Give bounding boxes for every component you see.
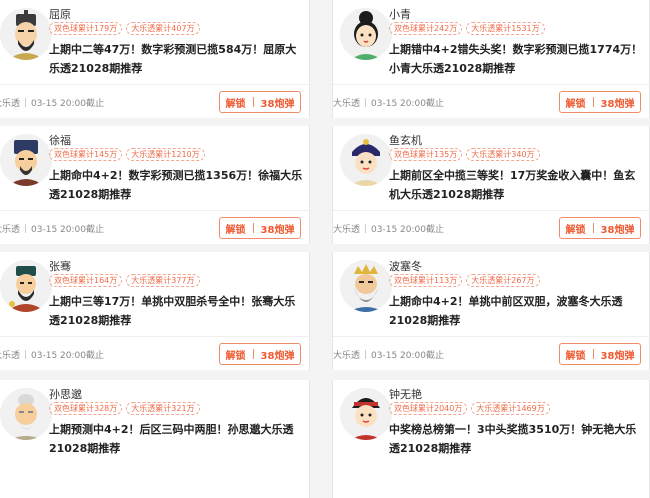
card-meta: 大乐透 03-15 20:00截止 [0, 96, 104, 109]
dlt-total-badge: 大乐透累计1210万 [126, 148, 205, 161]
lottery-type: 大乐透 [0, 351, 21, 361]
deadline: 03-15 20:00截止 [31, 225, 104, 235]
price-label: 38炮弹 [600, 98, 635, 110]
ssq-total-badge: 双色球累计164万 [49, 274, 123, 287]
expert-card[interactable]: 小青 双色球累计242万 大乐透累计1531万 上期错中4+2错失头奖！数字彩预测… [332, 0, 650, 118]
zhong-wu-yan-avatar-icon [340, 388, 392, 440]
ssq-total-badge: 双色球累计145万 [49, 148, 123, 161]
ssq-total-badge: 双色球累计113万 [389, 274, 463, 287]
expert-card[interactable]: 张骞 双色球累计164万 大乐透累计377万 上期中三等17万！单挑中双胆杀号全中… [0, 252, 310, 370]
xiao-qing-avatar-icon [340, 8, 392, 60]
divider [333, 84, 649, 85]
ssq-total-badge: 双色球累计2040万 [389, 402, 468, 415]
deadline: 03-15 20:00截止 [371, 351, 444, 361]
recommendation-text[interactable]: 上期错中4+2错失头奖！数字彩预测已揽1774万！小青大乐透21028期推荐 [389, 40, 644, 78]
expert-card[interactable]: 屈原 双色球累计179万 大乐透累计407万 上期中二等47万！数字彩预测已揽58… [0, 0, 310, 118]
xu-fu-avatar-icon [0, 134, 52, 186]
price-label: 38炮弹 [600, 350, 635, 362]
ssq-total-badge: 双色球累计135万 [389, 148, 463, 161]
expert-name: 钟无艳 [389, 388, 422, 401]
card-meta: 大乐透 03-15 20:00截止 [0, 222, 104, 235]
expert-card[interactable]: 鱼玄机 双色球累计135万 大乐透累计340万 上期前区全中揽三等奖！17万奖金收… [332, 126, 650, 244]
yu-xuan-ji-avatar-icon [340, 134, 392, 186]
recommendation-text[interactable]: 上期命中4+2！数字彩预测已揽1356万！徐福大乐透21028期推荐 [49, 166, 304, 204]
dlt-total-badge: 大乐透累计1469万 [471, 402, 550, 415]
deadline: 03-15 20:00截止 [31, 351, 104, 361]
expert-card[interactable]: 波塞冬 双色球累计113万 大乐透累计267万 上期命中4+2！单挑中前区双胆，波… [332, 252, 650, 370]
unlock-label: 解锁 [565, 350, 586, 362]
unlock-label: 解锁 [225, 98, 246, 110]
expert-name: 小青 [389, 8, 411, 21]
price-label: 38炮弹 [260, 224, 295, 236]
unlock-button[interactable]: 解锁 38炮弹 [559, 217, 641, 239]
expert-card[interactable]: 徐福 双色球累计145万 大乐透累计1210万 上期命中4+2！数字彩预测已揽13… [0, 126, 310, 244]
zhang-qian-avatar-icon [0, 260, 52, 312]
lottery-type: 大乐透 [333, 351, 361, 361]
sun-si-miao-avatar-icon [0, 388, 52, 440]
expert-card-grid: 屈原 双色球累计179万 大乐透累计407万 上期中二等47万！数字彩预测已揽58… [0, 0, 650, 498]
deadline: 03-15 20:00截止 [371, 99, 444, 109]
expert-name: 波塞冬 [389, 260, 422, 273]
expert-name: 鱼玄机 [389, 134, 422, 147]
unlock-label: 解锁 [565, 224, 586, 236]
qu-yuan-avatar-icon [0, 8, 52, 60]
expert-name: 徐福 [49, 134, 71, 147]
recommendation-text[interactable]: 上期命中4+2！单挑中前区双胆，波塞冬大乐透21028期推荐 [389, 292, 644, 330]
recommendation-text[interactable]: 中奖榜总榜第一！3中头奖揽3510万！钟无艳大乐透21028期推荐 [389, 420, 644, 458]
expert-card[interactable]: 钟无艳 双色球累计2040万 大乐透累计1469万 中奖榜总榜第一！3中头奖揽35… [332, 380, 650, 498]
dlt-total-badge: 大乐透累计407万 [126, 22, 200, 35]
divider [0, 210, 309, 211]
recommendation-text[interactable]: 上期前区全中揽三等奖！17万奖金收入囊中！鱼玄机大乐透21028期推荐 [389, 166, 644, 204]
dlt-total-badge: 大乐透累计340万 [466, 148, 540, 161]
deadline: 03-15 20:00截止 [31, 99, 104, 109]
card-meta: 大乐透 03-15 20:00截止 [0, 348, 104, 361]
lottery-type: 大乐透 [333, 225, 361, 235]
price-label: 38炮弹 [260, 350, 295, 362]
dlt-total-badge: 大乐透累计1531万 [466, 22, 545, 35]
card-meta: 大乐透 03-15 20:00截止 [333, 222, 444, 235]
unlock-button[interactable]: 解锁 38炮弹 [559, 91, 641, 113]
expert-name: 孙思邈 [49, 388, 82, 401]
unlock-label: 解锁 [565, 98, 586, 110]
ssq-total-badge: 双色球累计242万 [389, 22, 463, 35]
price-label: 38炮弹 [600, 224, 635, 236]
ssq-total-badge: 双色球累计328万 [49, 402, 123, 415]
divider [333, 336, 649, 337]
deadline: 03-15 20:00截止 [371, 225, 444, 235]
expert-card[interactable]: 孙思邈 双色球累计328万 大乐透累计321万 上期预测中4+2！后区三码中两胆！… [0, 380, 310, 498]
unlock-button[interactable]: 解锁 38炮弹 [219, 217, 301, 239]
unlock-button[interactable]: 解锁 38炮弹 [219, 343, 301, 365]
divider [333, 210, 649, 211]
lottery-type: 大乐透 [0, 225, 21, 235]
expert-name: 张骞 [49, 260, 71, 273]
divider [0, 84, 309, 85]
lottery-type: 大乐透 [0, 99, 21, 109]
dlt-total-badge: 大乐透累计267万 [466, 274, 540, 287]
dlt-total-badge: 大乐透累计321万 [126, 402, 200, 415]
price-label: 38炮弹 [260, 98, 295, 110]
lottery-type: 大乐透 [333, 99, 361, 109]
card-meta: 大乐透 03-15 20:00截止 [333, 96, 444, 109]
recommendation-text[interactable]: 上期中二等47万！数字彩预测已揽584万！屈原大乐透21028期推荐 [49, 40, 304, 78]
poseidon-avatar-icon [340, 260, 392, 312]
unlock-button[interactable]: 解锁 38炮弹 [219, 91, 301, 113]
unlock-label: 解锁 [225, 350, 246, 362]
recommendation-text[interactable]: 上期中三等17万！单挑中双胆杀号全中！张骞大乐透21028期推荐 [49, 292, 304, 330]
unlock-button[interactable]: 解锁 38炮弹 [559, 343, 641, 365]
ssq-total-badge: 双色球累计179万 [49, 22, 123, 35]
divider [0, 336, 309, 337]
card-meta: 大乐透 03-15 20:00截止 [333, 348, 444, 361]
unlock-label: 解锁 [225, 224, 246, 236]
dlt-total-badge: 大乐透累计377万 [126, 274, 200, 287]
expert-name: 屈原 [49, 8, 71, 21]
recommendation-text[interactable]: 上期预测中4+2！后区三码中两胆！孙思邈大乐透21028期推荐 [49, 420, 304, 458]
